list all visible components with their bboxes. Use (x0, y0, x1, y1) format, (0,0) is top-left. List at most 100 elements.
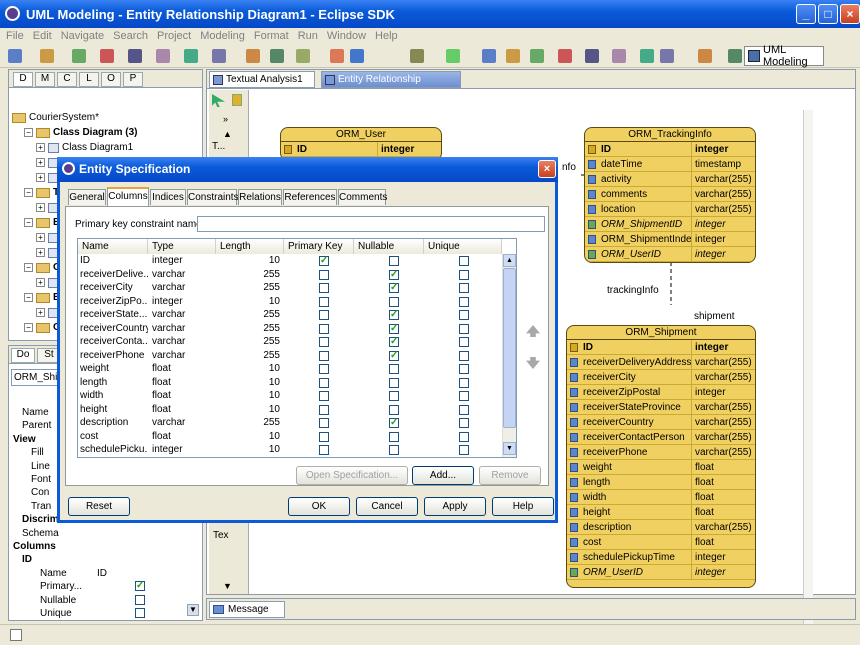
property-checkbox[interactable] (135, 608, 145, 618)
column-name-cell[interactable]: ID (78, 254, 148, 267)
explorer-tab-p[interactable]: P (123, 72, 143, 87)
dialog-tab-relations[interactable]: Relations (238, 189, 282, 205)
unique-checkbox[interactable] (459, 431, 469, 442)
toolbar-tool-10-icon[interactable] (296, 49, 310, 63)
property-row[interactable]: ID (9, 553, 198, 566)
unique-checkbox[interactable] (459, 323, 469, 334)
select-tool-icon[interactable] (212, 94, 225, 107)
column-row[interactable]: height float 10 (78, 402, 502, 416)
nullable-checkbox[interactable] (389, 391, 399, 401)
columns-grid-scrollbar[interactable]: ▲ ▼ (502, 254, 516, 457)
menu-search[interactable]: Search (113, 30, 148, 42)
maximize-button[interactable]: □ (818, 4, 838, 24)
unique-checkbox[interactable] (459, 269, 469, 280)
grid-header-primary-key[interactable]: Primary Key (284, 239, 354, 254)
tree-expand-toggle[interactable]: − (24, 218, 33, 227)
grid-header-type[interactable]: Type (148, 239, 216, 254)
toolbar-tool-23-icon[interactable] (698, 49, 712, 63)
move-down-arrow-icon[interactable] (526, 357, 540, 369)
property-row[interactable]: Schema (9, 527, 198, 540)
column-name-cell[interactable]: receiverState... (78, 308, 148, 321)
toolbar-tool-12-icon[interactable] (350, 49, 364, 63)
entity-column-row[interactable]: location varchar(255) (585, 202, 755, 217)
entity-orm-user[interactable]: ORM_User ID integer (280, 127, 442, 161)
tree-expand-toggle[interactable]: + (36, 308, 45, 317)
nullable-checkbox[interactable] (389, 404, 399, 415)
message-tab[interactable]: Message (209, 601, 285, 618)
menu-edit[interactable]: Edit (33, 30, 52, 42)
unique-checkbox[interactable] (459, 310, 469, 320)
entity-column-row[interactable]: dateTime timestamp (585, 157, 755, 172)
column-row[interactable]: receiverZipPo... integer 10 (78, 294, 502, 308)
column-type-cell[interactable]: float (150, 430, 216, 443)
toolbar-tool-11-icon[interactable] (330, 49, 344, 63)
unique-checkbox[interactable] (459, 418, 469, 428)
dialog-tab-constraints[interactable]: Constraints (187, 189, 239, 205)
menu-help[interactable]: Help (375, 30, 398, 42)
entity-column-row[interactable]: description varchar(255) (567, 520, 755, 535)
column-row[interactable]: receiverPhone varchar 255 (78, 348, 502, 362)
column-length-cell[interactable]: 255 (218, 308, 280, 321)
entity-column-row[interactable]: comments varchar(255) (585, 187, 755, 202)
primary-key-checkbox[interactable] (319, 310, 329, 320)
toolbar-tool-4-icon[interactable] (128, 49, 142, 63)
column-row[interactable]: receiverCity varchar 255 (78, 281, 502, 295)
column-row[interactable]: receiverDelive... varchar 255 (78, 267, 502, 281)
tree-expand-toggle[interactable]: + (36, 278, 45, 287)
tree-expand-toggle[interactable]: − (24, 128, 33, 137)
tree-expand-toggle[interactable]: + (36, 173, 45, 182)
primary-key-checkbox[interactable] (319, 254, 329, 267)
entity-column-row[interactable]: height float (567, 505, 755, 520)
dialog-tab-references[interactable]: References (283, 189, 337, 205)
property-checkbox[interactable] (135, 594, 145, 605)
primary-key-checkbox[interactable] (319, 337, 329, 347)
menu-window[interactable]: Window (327, 30, 366, 42)
toolbar-tool-0-icon[interactable] (8, 49, 22, 63)
entity-column-row[interactable]: cost float (567, 535, 755, 550)
diagram-vscrollbar[interactable] (803, 110, 813, 635)
column-name-cell[interactable]: receiverCountry (78, 322, 148, 335)
minimize-button[interactable]: _ (796, 4, 816, 24)
entity-column-row[interactable]: receiverCountry varchar(255) (567, 415, 755, 430)
entity-column-row[interactable]: receiverDeliveryAddress varchar(255) (567, 355, 755, 370)
column-name-cell[interactable]: cost (78, 430, 148, 443)
open-specification-button[interactable]: Open Specification... (296, 466, 408, 485)
unique-checkbox[interactable] (459, 296, 469, 307)
property-row[interactable]: Primary... (9, 579, 198, 593)
toolbar-tool-3-icon[interactable] (100, 49, 114, 63)
column-length-cell[interactable]: 10 (218, 295, 280, 308)
column-length-cell[interactable]: 255 (218, 281, 280, 294)
column-name-cell[interactable]: description (78, 416, 148, 429)
property-row[interactable]: Nullable (9, 594, 198, 607)
nullable-checkbox[interactable] (389, 322, 399, 335)
toolbar-tool-18-icon[interactable] (558, 49, 572, 63)
column-row[interactable]: width float 10 (78, 389, 502, 403)
toolbar-tool-13-icon[interactable] (410, 49, 424, 63)
property-row[interactable]: Unique (9, 607, 198, 620)
perspective-uml-modeling-button[interactable]: UML Modeling (744, 44, 824, 68)
primary-key-checkbox[interactable] (319, 445, 329, 455)
entity-column-row[interactable]: width float (567, 490, 755, 505)
nullable-checkbox[interactable] (389, 349, 399, 362)
entity-column-row[interactable]: schedulePickupTime integer (567, 550, 755, 565)
tree-expand-toggle[interactable]: − (24, 263, 33, 272)
menu-file[interactable]: File (6, 30, 24, 42)
column-type-cell[interactable]: integer (150, 254, 216, 267)
explorer-tab-m[interactable]: M (35, 72, 55, 87)
toolbar-tool-7-icon[interactable] (212, 49, 226, 63)
column-length-cell[interactable]: 255 (218, 416, 280, 429)
toolbar-tool-21-icon[interactable] (640, 49, 654, 63)
column-length-cell[interactable]: 10 (218, 389, 280, 402)
column-length-cell[interactable]: 10 (218, 403, 280, 416)
tree-expand-toggle[interactable]: + (36, 158, 45, 167)
grid-header-length[interactable]: Length (216, 239, 284, 254)
tree-expand-toggle[interactable]: − (24, 323, 33, 332)
dialog-tab-general[interactable]: General (68, 189, 106, 205)
primary-key-checkbox[interactable] (319, 391, 329, 401)
column-type-cell[interactable]: varchar (150, 322, 216, 335)
toolbar-tool-1-icon[interactable] (40, 49, 54, 63)
toolbar-tool-14-icon[interactable] (446, 49, 460, 63)
remove-column-button[interactable]: Remove (479, 466, 541, 485)
primary-key-checkbox[interactable] (319, 283, 329, 293)
explorer-tab-l[interactable]: L (79, 72, 99, 87)
